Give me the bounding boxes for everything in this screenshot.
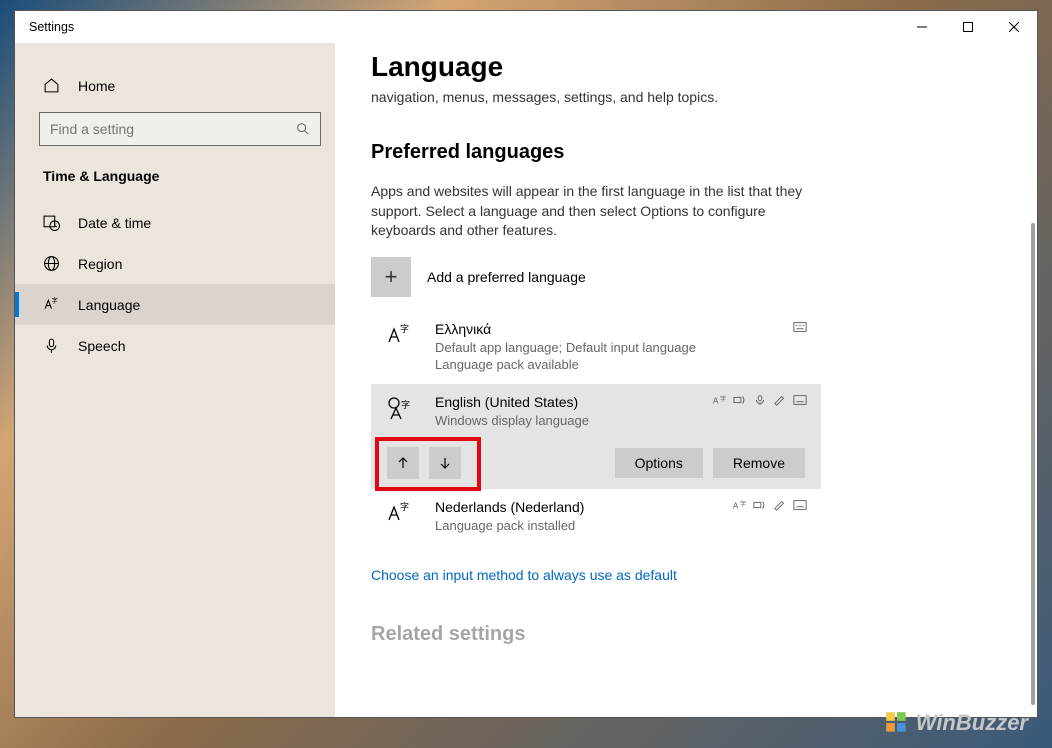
options-button[interactable]: Options [615, 448, 703, 478]
home-nav[interactable]: Home [15, 69, 335, 106]
sidebar-item-label: Language [78, 297, 140, 313]
watermark-logo-icon [884, 710, 910, 736]
language-icon: 字 [43, 296, 60, 313]
language-glyph-icon: 字 [381, 394, 419, 430]
search-input[interactable] [50, 121, 296, 137]
language-subtext: Windows display language [435, 412, 805, 430]
window-title: Settings [29, 20, 74, 34]
svg-text:字: 字 [720, 395, 726, 403]
keyboard-icon [793, 321, 807, 333]
sidebar-item-label: Region [78, 256, 122, 272]
language-glyph-icon: 字 [381, 499, 419, 535]
svg-text:A: A [713, 396, 719, 405]
input-method-link[interactable]: Choose an input method to always use as … [371, 567, 1017, 583]
home-icon [43, 77, 60, 94]
related-settings-heading: Related settings [371, 623, 1017, 646]
language-item-english-us[interactable]: 字 English (United States) Windows displa… [371, 384, 821, 490]
sidebar-item-speech[interactable]: Speech [15, 325, 335, 366]
titlebar: Settings [15, 11, 1037, 43]
move-down-button[interactable] [429, 447, 461, 479]
maximize-button[interactable] [945, 11, 991, 43]
arrow-up-icon [395, 455, 411, 471]
keyboard-icon [793, 499, 807, 511]
preferred-languages-heading: Preferred languages [371, 141, 1017, 164]
intro-text: navigation, menus, messages, settings, a… [371, 89, 1017, 105]
svg-text:字: 字 [740, 500, 746, 508]
calendar-clock-icon [43, 214, 60, 231]
search-box[interactable] [39, 112, 321, 146]
add-language-label: Add a preferred language [427, 269, 586, 285]
watermark: WinBuzzer [884, 710, 1028, 736]
svg-text:字: 字 [401, 399, 410, 410]
language-item-greek[interactable]: 字 Ελληνικά Default app language; Default… [371, 311, 821, 384]
page-title: Language [371, 51, 1017, 83]
tts-icon [733, 394, 747, 406]
microphone-icon [43, 337, 60, 354]
main-panel: Language navigation, menus, messages, se… [335, 43, 1037, 717]
close-button[interactable] [991, 11, 1037, 43]
sidebar: Home Time & Language Date & time Region … [15, 43, 335, 717]
sidebar-item-datetime[interactable]: Date & time [15, 202, 335, 243]
arrow-down-icon [437, 455, 453, 471]
speech-icon [753, 394, 767, 406]
add-language-button[interactable]: + Add a preferred language [371, 257, 1017, 297]
sidebar-item-language[interactable]: 字 Language [15, 284, 335, 325]
sidebar-item-label: Speech [78, 338, 125, 354]
handwriting-icon [773, 499, 787, 511]
category-header: Time & Language [15, 164, 335, 202]
globe-icon [43, 255, 60, 272]
tts-icon [753, 499, 767, 511]
home-label: Home [78, 78, 115, 94]
language-name: Ελληνικά [435, 321, 805, 337]
language-subtext: Language pack installed [435, 517, 805, 535]
sidebar-item-label: Date & time [78, 215, 151, 231]
language-glyph-icon: 字 [381, 321, 419, 374]
window-controls [899, 11, 1037, 43]
scrollbar[interactable] [1031, 223, 1035, 705]
settings-window: Settings Home Time & Language [14, 10, 1038, 718]
minimize-icon [917, 22, 927, 32]
watermark-text: WinBuzzer [916, 710, 1028, 736]
preferred-languages-desc: Apps and websites will appear in the fir… [371, 182, 811, 241]
maximize-icon [963, 22, 973, 32]
keyboard-icon [793, 394, 807, 406]
svg-text:字: 字 [400, 501, 409, 512]
svg-text:A: A [733, 502, 739, 511]
svg-text:字: 字 [52, 296, 58, 304]
move-up-button[interactable] [387, 447, 419, 479]
handwriting-icon [773, 394, 787, 406]
az-icon: A字 [713, 394, 727, 406]
sidebar-item-region[interactable]: Region [15, 243, 335, 284]
remove-button[interactable]: Remove [713, 448, 805, 478]
search-icon [296, 122, 310, 136]
language-item-dutch[interactable]: 字 Nederlands (Nederland) Language pack i… [371, 489, 821, 545]
close-icon [1009, 22, 1019, 32]
language-subtext: Default app language; Default input lang… [435, 339, 805, 374]
minimize-button[interactable] [899, 11, 945, 43]
plus-icon: + [371, 257, 411, 297]
az-icon: A字 [733, 499, 747, 511]
svg-text:字: 字 [400, 323, 409, 334]
